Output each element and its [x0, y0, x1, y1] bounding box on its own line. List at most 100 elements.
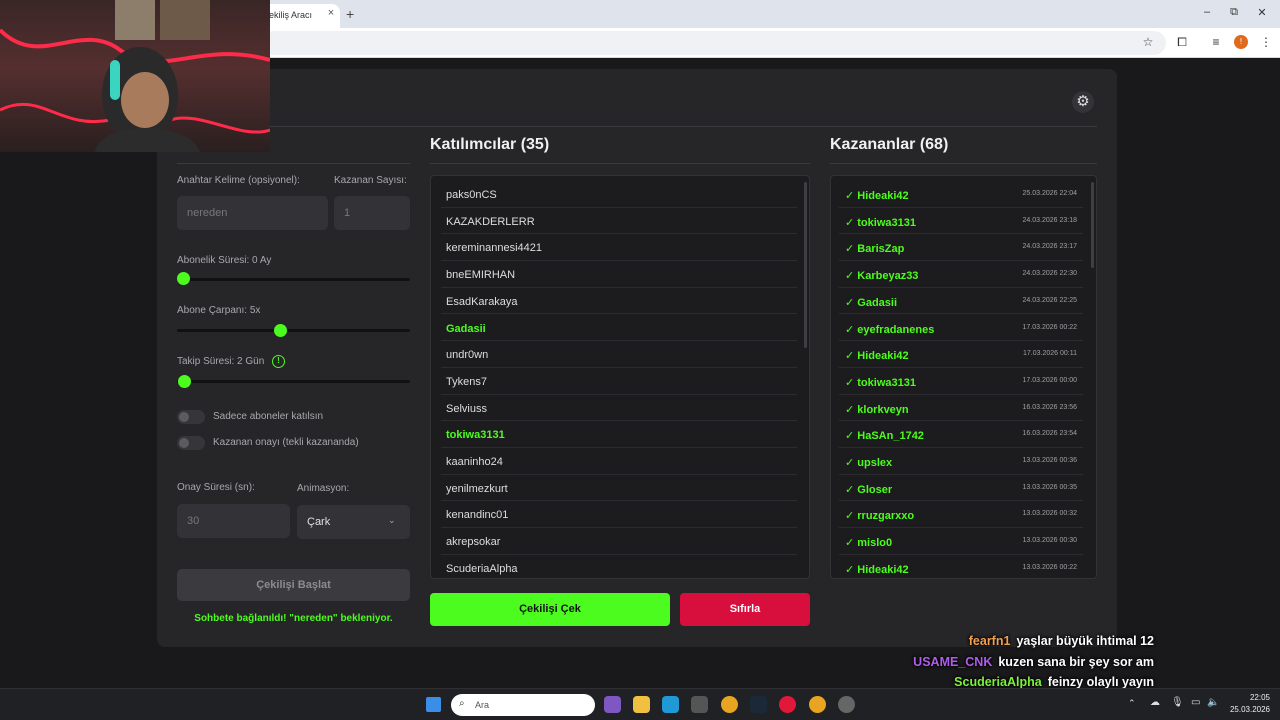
minimize-icon[interactable]: –: [1199, 6, 1215, 18]
winner-row[interactable]: ✓ upslex 13.03.2026 00:36: [839, 448, 1083, 475]
winner-row[interactable]: ✓ tokiwa3131 17.03.2026 00:00: [839, 368, 1083, 395]
taskbar-clock[interactable]: 22:05 25.03.2026: [1226, 692, 1270, 716]
winner-name: ✓ Karbeyaz33: [845, 270, 919, 283]
winner-row[interactable]: ✓ klorkveyn 16.03.2026 23:56: [839, 395, 1083, 422]
edge-icon[interactable]: [662, 696, 679, 713]
draw-giveaway-button[interactable]: Çekilişi Çek: [430, 593, 670, 626]
address-bar[interactable]: [262, 31, 1166, 55]
taskbar-app-icon[interactable]: [604, 696, 621, 713]
winner-row[interactable]: ✓ HaSAn_1742 16.03.2026 23:54: [839, 421, 1083, 448]
winner-row[interactable]: ✓ Gloser 13.03.2026 00:35: [839, 475, 1083, 502]
winner-time: 17.03.2026 00:00: [1022, 376, 1078, 384]
confirm-time-label: Onay Süresi (sn):: [177, 482, 255, 493]
winner-row[interactable]: ✓ Hideaki42 13.03.2026 00:22: [839, 555, 1083, 578]
participant-row[interactable]: kaaninho24: [441, 448, 797, 475]
winner-row[interactable]: ✓ Hideaki42 17.03.2026 00:11: [839, 341, 1083, 368]
winner-time: 17.03.2026 00:22: [1022, 323, 1078, 331]
file-explorer-icon[interactable]: [633, 696, 650, 713]
close-window-icon[interactable]: ✕: [1254, 6, 1270, 19]
participant-row[interactable]: yenilmezkurt: [441, 475, 797, 502]
participant-row[interactable]: EsadKarakaya: [441, 288, 797, 315]
participant-row[interactable]: kereminannesi4421: [441, 234, 797, 262]
reset-button[interactable]: Sıfırla: [680, 593, 810, 626]
winner-row[interactable]: ✓ Gadasii 24.03.2026 22:25: [839, 288, 1083, 315]
winner-row[interactable]: ✓ Karbeyaz33 24.03.2026 22:30: [839, 261, 1083, 288]
winners-scrollbar[interactable]: [1091, 182, 1094, 268]
extensions-icon[interactable]: ⧠: [1174, 35, 1190, 50]
follow-duration-slider[interactable]: [177, 380, 410, 383]
clock-date: 25.03.2026: [1229, 705, 1270, 714]
settings-divider: [177, 163, 410, 164]
winner-count-input[interactable]: 1: [334, 196, 410, 230]
taskbar-search-placeholder: Ara: [475, 700, 490, 710]
keyword-input[interactable]: nereden: [177, 196, 328, 230]
participants-scrollbar[interactable]: [804, 182, 807, 348]
taskbar-search[interactable]: ⌕ Ara: [451, 694, 595, 716]
participant-row[interactable]: undr0wn: [441, 341, 797, 368]
tab-close-icon[interactable]: ×: [322, 7, 340, 21]
winner-name: ✓ HaSAn_1742: [845, 430, 924, 443]
participant-row[interactable]: paks0nCS: [441, 181, 797, 208]
winner-name: ✓ rruzgarxxo: [845, 510, 915, 523]
media-controls-icon[interactable]: ≡: [1208, 35, 1224, 49]
sub-multiplier-slider-knob[interactable]: [274, 324, 287, 337]
participant-row[interactable]: tokiwa3131: [441, 421, 797, 448]
network-icon[interactable]: ▭: [1191, 697, 1200, 708]
participants-list[interactable]: paks0nCS KAZAKDERLERR kereminannesi4421 bne…: [430, 175, 810, 579]
webcam-illustration: [0, 0, 270, 152]
participant-row[interactable]: Selviuss: [441, 395, 797, 422]
keyword-label: Anahtar Kelime (opsiyonel):: [177, 175, 300, 186]
steam-icon[interactable]: [750, 696, 767, 713]
subs-only-label: Sadece aboneler katılsın: [213, 411, 324, 422]
sub-duration-slider[interactable]: [177, 278, 410, 281]
winner-row[interactable]: ✓ tokiwa3131 24.03.2026 23:18: [839, 208, 1083, 235]
chat-text: yaşlar büyük ihtimal 12: [1016, 634, 1154, 648]
winners-list[interactable]: ✓ Hideaki42 25.03.2026 22:04 ✓ tokiwa3131 2…: [830, 175, 1097, 579]
opera-icon[interactable]: [779, 696, 796, 713]
browser-menu-icon[interactable]: ⋮: [1258, 35, 1274, 49]
chat-text: kuzen sana bir şey sor am: [998, 654, 1154, 669]
chrome-active-icon[interactable]: [809, 696, 826, 713]
chrome-icon[interactable]: [721, 696, 738, 713]
participant-row[interactable]: akrepsokar: [441, 528, 797, 555]
winner-time: 13.03.2026 00:22: [1022, 563, 1078, 571]
gear-icon[interactable]: ⚙: [1072, 91, 1094, 113]
profile-avatar[interactable]: !: [1234, 35, 1248, 49]
winner-name: ✓ Hideaki42: [845, 563, 909, 576]
winner-time: 24.03.2026 22:25: [1022, 296, 1078, 304]
winner-name: ✓ klorkveyn: [845, 403, 909, 416]
sub-multiplier-slider[interactable]: [177, 329, 410, 332]
winner-row[interactable]: ✓ Hideaki42 25.03.2026 22:04: [839, 181, 1083, 208]
chevron-up-icon[interactable]: ⌃: [1128, 698, 1136, 709]
start-giveaway-button[interactable]: Çekilişi Başlat: [177, 569, 410, 601]
winner-row[interactable]: ✓ eyefradanenes 17.03.2026 00:22: [839, 315, 1083, 342]
taskbar: ⌕ Ara ⌃ ☁ 🎙 ▭ 🔈 22:05 25.03.2026: [0, 688, 1280, 720]
participant-row[interactable]: ScuderiaAlpha: [441, 555, 797, 578]
winner-confirm-toggle[interactable]: [177, 436, 205, 450]
new-tab-icon[interactable]: +: [346, 6, 360, 22]
winner-confirm-label: Kazanan onayı (tekli kazananda): [213, 437, 359, 448]
start-menu-icon[interactable]: [426, 697, 441, 712]
winners-title: Kazananlar (68): [830, 136, 949, 153]
sub-duration-slider-knob[interactable]: [177, 272, 190, 285]
winner-row[interactable]: ✓ rruzgarxxo 13.03.2026 00:32: [839, 501, 1083, 529]
follow-duration-slider-knob[interactable]: [178, 375, 191, 388]
store-icon[interactable]: [691, 696, 708, 713]
info-icon[interactable]: !: [272, 355, 285, 368]
microphone-icon[interactable]: 🎙: [1171, 697, 1184, 708]
participant-row[interactable]: Gadasii: [441, 315, 797, 342]
winner-row[interactable]: ✓ BarisZap 24.03.2026 23:17: [839, 234, 1083, 262]
animation-label: Animasyon:: [297, 483, 350, 494]
volume-icon[interactable]: 🔈: [1207, 697, 1219, 708]
maximize-icon[interactable]: ⧉: [1226, 6, 1242, 19]
winner-row[interactable]: ✓ mislo0 13.03.2026 00:30: [839, 528, 1083, 555]
participant-row[interactable]: Tykens7: [441, 368, 797, 395]
participant-row[interactable]: KAZAKDERLERR: [441, 208, 797, 235]
participant-row[interactable]: bneEMIRHAN: [441, 261, 797, 288]
app-icon[interactable]: [838, 696, 855, 713]
subs-only-toggle[interactable]: [177, 410, 205, 424]
cloud-icon[interactable]: ☁: [1150, 697, 1160, 708]
participant-row[interactable]: kenandinc01: [441, 501, 797, 529]
bookmark-star-icon[interactable]: ☆: [1140, 35, 1156, 49]
confirm-time-input[interactable]: 30: [177, 504, 290, 538]
